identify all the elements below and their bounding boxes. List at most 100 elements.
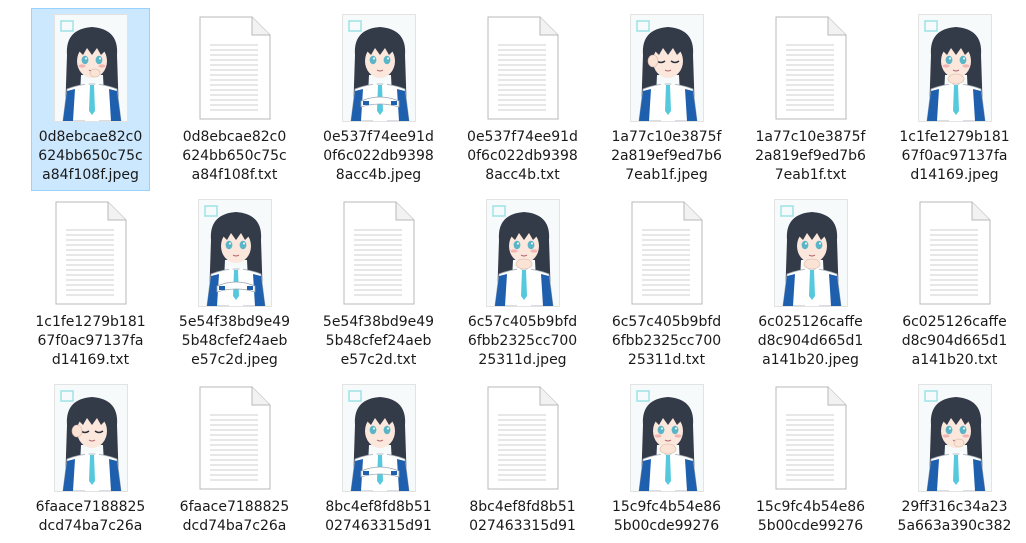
file-name-label: 6c025126caffe d8c904d665d1 a141b20.jpeg xyxy=(752,313,869,370)
file-name-line: 6c025126caffe xyxy=(758,314,863,330)
file-name-line: 0e537f74ee91d xyxy=(467,129,578,145)
image-thumbnail xyxy=(342,15,415,121)
file-name-line: 5b00cde99276 xyxy=(757,518,864,534)
file-item-jpeg[interactable]: 15c9fc4b54e86 5b00cde99276 xyxy=(607,378,726,543)
file-item-jpeg[interactable]: 5e54f38bd9e49 5b48cfef24aeb e57c2d.jpeg xyxy=(175,193,294,376)
file-name-line: 8acc4b.txt xyxy=(485,167,560,183)
file-name-line: 6c57c405b9bfd xyxy=(611,314,722,330)
file-name-label: 5e54f38bd9e49 5b48cfef24aeb e57c2d.jpeg xyxy=(176,313,293,370)
file-name-line: 2a819ef9ed7b6 xyxy=(755,148,866,164)
file-name-line: d8c904d665d1 xyxy=(757,333,864,349)
file-name-line: 1a77c10e3875f xyxy=(755,129,866,145)
file-name-label: 6c57c405b9bfd 6fbb2325cc700 25311d.txt xyxy=(608,313,725,370)
file-name-line: e57c2d.txt xyxy=(340,352,417,368)
file-name-line: 8bc4ef8fd8b51 xyxy=(469,499,576,515)
file-name-line: 6c57c405b9bfd xyxy=(467,314,578,330)
file-item-txt[interactable]: 0d8ebcae82c0 624bb650c75c a84f108f.txt xyxy=(175,8,294,191)
file-item-jpeg[interactable]: 6c57c405b9bfd 6fbb2325cc700 25311d.jpeg xyxy=(463,193,582,376)
file-name-label: 0e537f74ee91d 0f6c022db9398 8acc4b.jpeg xyxy=(320,128,437,185)
file-name-line: 7eab1f.txt xyxy=(774,167,847,183)
text-document-icon xyxy=(772,15,850,121)
file-name-line: 5e54f38bd9e49 xyxy=(178,314,291,330)
file-item-jpeg[interactable]: 1a77c10e3875f 2a819ef9ed7b6 7eab1f.jpeg xyxy=(607,8,726,191)
file-name-line: 0d8ebcae82c0 xyxy=(38,129,143,145)
file-name-label: 0e537f74ee91d 0f6c022db9398 8acc4b.txt xyxy=(464,128,581,185)
file-item-jpeg[interactable]: 6faace7188825 dcd74ba7c26a xyxy=(31,378,150,543)
file-name-line: a84f108f.jpeg xyxy=(42,167,139,183)
file-name-line: 25311d.txt xyxy=(627,352,706,368)
file-name-line: 29ff316c34a23 xyxy=(901,499,1008,515)
file-item-txt[interactable]: 6c57c405b9bfd 6fbb2325cc700 25311d.txt xyxy=(607,193,726,376)
file-name-label: 5e54f38bd9e49 5b48cfef24aeb e57c2d.txt xyxy=(320,313,437,370)
file-name-label: 0d8ebcae82c0 624bb650c75c a84f108f.jpeg xyxy=(32,128,149,185)
file-name-line: 5b48cfef24aeb xyxy=(181,333,288,349)
file-item-txt[interactable]: 15c9fc4b54e86 5b00cde99276 xyxy=(751,378,870,543)
file-name-line: 624bb650c75c xyxy=(182,148,287,164)
text-document-icon xyxy=(484,385,562,491)
file-name-line: 8bc4ef8fd8b51 xyxy=(325,499,432,515)
file-item-jpeg[interactable]: 6c025126caffe d8c904d665d1 a141b20.jpeg xyxy=(751,193,870,376)
text-document-icon xyxy=(196,385,274,491)
file-name-line: 7eab1f.jpeg xyxy=(625,167,708,183)
file-grid: 0d8ebcae82c0 624bb650c75c a84f108f.jpeg 0d8… xyxy=(0,0,1026,543)
file-name-label: 6c57c405b9bfd 6fbb2325cc700 25311d.jpeg xyxy=(464,313,581,370)
file-name-line: a141b20.txt xyxy=(911,352,998,368)
file-name-label: 6faace7188825 dcd74ba7c26a xyxy=(176,498,293,536)
file-name-line: 8acc4b.jpeg xyxy=(335,167,422,183)
file-name-label: 1a77c10e3875f 2a819ef9ed7b6 7eab1f.jpeg xyxy=(608,128,725,185)
file-name-line: 624bb650c75c xyxy=(38,148,143,164)
text-document-icon xyxy=(916,200,994,306)
file-name-line: 67f0ac97137fa xyxy=(37,333,144,349)
file-item-txt[interactable]: 1c1fe1279b181 67f0ac97137fa d14169.txt xyxy=(31,193,150,376)
image-thumbnail xyxy=(54,15,127,121)
file-item-jpeg[interactable]: 29ff316c34a23 5a663a390c382 xyxy=(895,378,1014,543)
file-name-label: 1c1fe1279b181 67f0ac97137fa d14169.txt xyxy=(32,313,149,370)
file-name-label: 8bc4ef8fd8b51 027463315d91 xyxy=(464,498,581,536)
file-name-label: 8bc4ef8fd8b51 027463315d91 xyxy=(320,498,437,536)
file-name-line: 1c1fe1279b181 xyxy=(899,129,1010,145)
file-item-txt[interactable]: 6faace7188825 dcd74ba7c26a xyxy=(175,378,294,543)
file-name-line: 1c1fe1279b181 xyxy=(35,314,146,330)
file-item-txt[interactable]: 6c025126caffe d8c904d665d1 a141b20.txt xyxy=(895,193,1014,376)
image-thumbnail xyxy=(774,200,847,306)
file-name-label: 1a77c10e3875f 2a819ef9ed7b6 7eab1f.txt xyxy=(752,128,869,185)
image-thumbnail xyxy=(630,15,703,121)
file-item-jpeg[interactable]: 0e537f74ee91d 0f6c022db9398 8acc4b.jpeg xyxy=(319,8,438,191)
file-name-line: 6c025126caffe xyxy=(902,314,1007,330)
image-thumbnail xyxy=(198,200,271,306)
text-document-icon xyxy=(52,200,130,306)
file-name-label: 6faace7188825 dcd74ba7c26a xyxy=(32,498,149,536)
file-name-label: 0d8ebcae82c0 624bb650c75c a84f108f.txt xyxy=(176,128,293,185)
file-name-line: 6fbb2325cc700 xyxy=(611,333,722,349)
file-name-line: 027463315d91 xyxy=(325,518,432,534)
file-name-line: 6faace7188825 xyxy=(35,499,146,515)
file-name-line: dcd74ba7c26a xyxy=(182,518,287,534)
text-document-icon xyxy=(772,385,850,491)
file-name-line: 15c9fc4b54e86 xyxy=(755,499,866,515)
file-item-jpeg[interactable]: 0d8ebcae82c0 624bb650c75c a84f108f.jpeg xyxy=(31,8,150,191)
file-name-line: 027463315d91 xyxy=(469,518,576,534)
file-item-txt[interactable]: 0e537f74ee91d 0f6c022db9398 8acc4b.txt xyxy=(463,8,582,191)
file-item-txt[interactable]: 8bc4ef8fd8b51 027463315d91 xyxy=(463,378,582,543)
file-name-line: a141b20.jpeg xyxy=(762,352,859,368)
image-thumbnail xyxy=(918,15,991,121)
text-document-icon xyxy=(484,15,562,121)
file-name-line: d8c904d665d1 xyxy=(901,333,1008,349)
file-name-label: 29ff316c34a23 5a663a390c382 xyxy=(896,498,1013,536)
file-item-txt[interactable]: 5e54f38bd9e49 5b48cfef24aeb e57c2d.txt xyxy=(319,193,438,376)
file-item-jpeg[interactable]: 1c1fe1279b181 67f0ac97137fa d14169.jpeg xyxy=(895,8,1014,191)
file-name-line: 0d8ebcae82c0 xyxy=(182,129,287,145)
file-name-line: dcd74ba7c26a xyxy=(38,518,143,534)
file-name-line: e57c2d.jpeg xyxy=(191,352,278,368)
text-document-icon xyxy=(196,15,274,121)
image-thumbnail xyxy=(54,385,127,491)
file-name-line: 0e537f74ee91d xyxy=(323,129,434,145)
file-name-line: a84f108f.txt xyxy=(191,167,278,183)
image-thumbnail xyxy=(918,385,991,491)
file-name-line: 5b48cfef24aeb xyxy=(325,333,432,349)
file-item-jpeg[interactable]: 8bc4ef8fd8b51 027463315d91 xyxy=(319,378,438,543)
file-name-line: 5b00cde99276 xyxy=(613,518,720,534)
file-name-line: 15c9fc4b54e86 xyxy=(611,499,722,515)
file-name-label: 15c9fc4b54e86 5b00cde99276 xyxy=(608,498,725,536)
file-item-txt[interactable]: 1a77c10e3875f 2a819ef9ed7b6 7eab1f.txt xyxy=(751,8,870,191)
